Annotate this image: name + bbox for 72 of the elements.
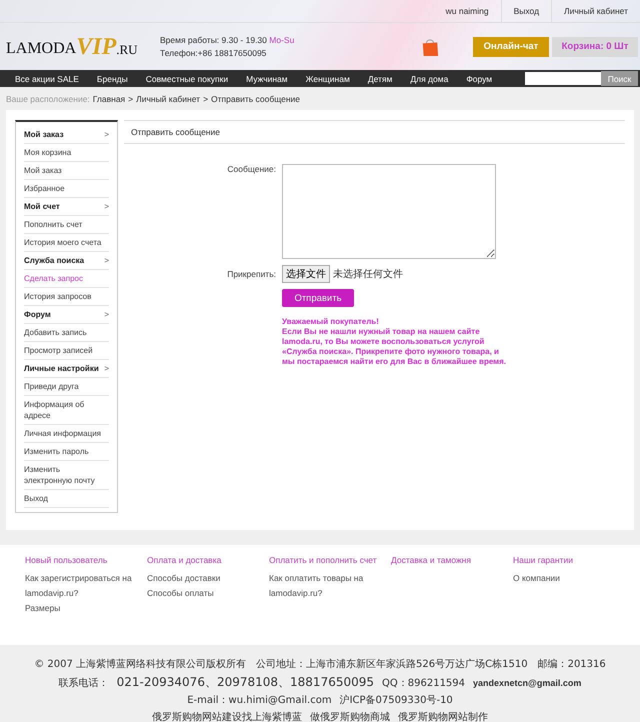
top-link[interactable]: Выход [500,0,552,22]
footer-link[interactable]: Как зарегистрироваться на lamodavip.ru? [25,571,147,601]
nav-item[interactable]: Детям [358,74,402,84]
nav-item[interactable]: Форум [457,74,502,84]
breadcrumb-label: Ваше расположение: [6,94,90,104]
footer-heading[interactable]: Наши гарантии [513,555,635,565]
copyright-text: © 2007 上海紫博蓝网络科技有限公司版权所有 公司地址：上海市浦东新区年家浜路526号万达广场C栋1510 邮编：201316 [34,658,606,671]
sidebar-item[interactable]: Пополнить счет [24,216,109,234]
sidebar-item[interactable]: Мой заказ [24,162,109,180]
sidebar-item[interactable]: Изменить электронную почту [24,461,109,490]
message-field[interactable] [282,164,496,259]
sidebar-item[interactable]: Информация об адресе [24,396,109,425]
footer-link[interactable]: Способы доставки [147,571,269,586]
sidebar-item[interactable]: Личная информация [24,425,109,443]
sidebar-item[interactable]: Мой заказ > [24,126,109,144]
notice-text: Если Вы не нашли нужный товар на нашем сайте lamoda.ru, то Вы можете воспользоваться услугой «Служба поиска». Прикрепите фото нужного товара, и мы постараемся найти его для Вас в ближайшее время. [282,327,507,367]
footer-link[interactable]: Размеры [25,601,147,616]
file-status: 未选择任何文件 [333,268,403,281]
footer-heading[interactable]: Оплатить и пополнить счет [269,555,391,565]
nav-item[interactable]: Мужчинам [237,74,297,84]
contact-info: yandexnetcn@gmail.com [473,678,582,688]
footer-heading[interactable]: Оплата и доставка [147,555,269,565]
message-label: Сообщение: [226,164,277,174]
nav-item[interactable]: Женщинам [296,74,359,84]
sidebar-item[interactable]: Моя корзина [24,144,109,162]
bottom-link[interactable]: 俄罗斯购物网站制作 [398,710,488,722]
sidebar-item[interactable]: Выход [24,490,109,508]
breadcrumb-separator: > [128,94,134,104]
contact-info: E-mail：wu.himi@Gmail.com [187,694,332,707]
top-link[interactable]: wu naiming [434,0,501,22]
bottom-link[interactable]: 俄罗斯购物网站建设找上海紫博蓝 [152,710,302,722]
sidebar-item[interactable]: Изменить пароль [24,443,109,461]
footer-link[interactable]: Способы оплаты [147,586,269,601]
contact-info: 021-20934076、20978108、18817650095 [116,674,374,691]
nav-item[interactable]: Совместные покупки [136,74,238,84]
site-logo[interactable]: LAMODAVIP.RU [6,36,156,58]
content-title: Отправить сообщение [124,120,625,144]
notice-title: Уважаемый покупатель! [282,317,380,327]
nav-item[interactable]: Все акции SALE [6,74,88,84]
choose-file-button[interactable]: 选择文件 [282,265,330,283]
shopping-bag-icon [421,36,439,56]
footer-heading[interactable]: Новый пользователь [25,555,147,565]
sidebar-item[interactable]: История моего счета [24,234,109,252]
breadcrumb-separator: > [203,94,208,104]
sidebar-item[interactable]: Сделать запрос [24,270,109,288]
search-field[interactable] [525,72,601,85]
nav-item[interactable]: Бренды [88,74,137,84]
breadcrumb-link[interactable]: Главная [92,94,126,104]
nav-item[interactable]: Для дома [401,74,458,84]
send-button[interactable]: Отправить [282,289,354,307]
footer-link[interactable]: О компании [513,571,635,586]
contact-info: 联系电话： [58,676,109,690]
sidebar-item[interactable]: История запросов [24,288,109,306]
sidebar-item[interactable]: Добавить запись [24,324,109,342]
contact-info: 沪ICP备07509330号-10 [340,694,453,707]
footer-link[interactable]: Как оплатить товары на lamodavip.ru? [269,571,391,601]
contact-info: QQ：896211594 [382,677,466,690]
attach-label: Прикрепить: [226,269,277,279]
footer-heading[interactable]: Доставка и таможня [391,555,513,565]
phone-number: Телефон:+86 18817650095 [160,46,268,60]
sidebar-item[interactable]: Форум > [24,306,109,324]
bottom-link[interactable]: 做俄罗斯购物商城 [310,710,390,722]
working-hours: Время работы: 9.30 - 19.30 Mo-Su [160,34,294,46]
breadcrumb-link[interactable]: Отправить сообщение [211,94,300,104]
breadcrumb-link[interactable]: Личный кабинет [136,94,200,104]
sidebar-item[interactable]: Избранное [24,180,109,198]
sidebar-item[interactable]: Мой счет > [24,198,109,216]
sidebar-item[interactable]: Просмотр записей [24,342,109,360]
sidebar-item[interactable]: Служба поиска > [24,252,109,270]
sidebar-item[interactable]: Приведи друга [24,378,109,396]
sidebar-item[interactable]: Личные настройки > [24,360,109,378]
top-link[interactable]: Личный кабинет [551,0,640,22]
